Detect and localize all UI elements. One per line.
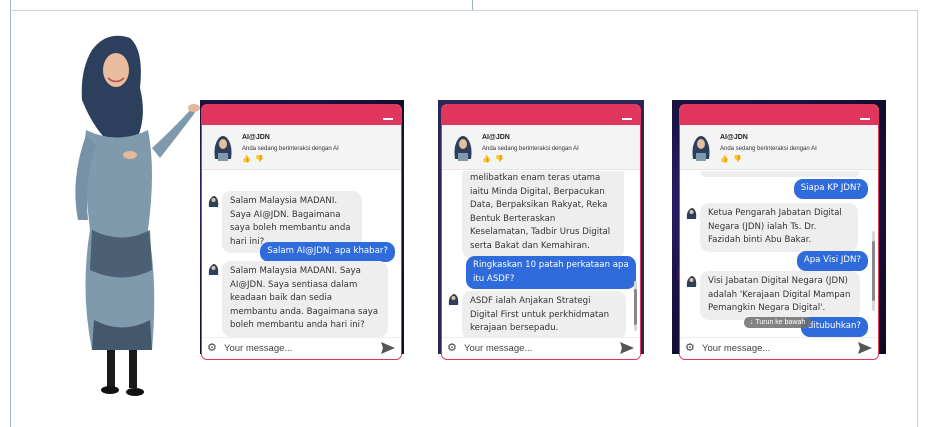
message-input-bar[interactable]: ⚙ Your message...	[442, 337, 640, 359]
user-message: Ringkaskan 10 patah perkataan apa itu AS…	[466, 256, 636, 290]
bot-name: AI@JDN	[482, 134, 510, 141]
bot-message: Ketua Pengarah Jabatan Digital Negara (J…	[700, 203, 858, 252]
bot-message-icon	[208, 196, 219, 207]
chat-widget-3: AI@JDN Anda sedang berinteraksi dengan A…	[679, 104, 879, 360]
message-input[interactable]: Your message...	[702, 343, 770, 354]
chat-widget-2: AI@JDN Anda sedang berinteraksi dengan A…	[441, 104, 641, 360]
bot-message-icon	[208, 264, 219, 275]
frame-line-right	[917, 10, 918, 427]
frame-line-top	[10, 10, 918, 11]
bot-name: AI@JDN	[242, 134, 270, 141]
scrollbar-thumb[interactable]	[634, 289, 637, 325]
minimize-button[interactable]	[383, 118, 393, 120]
scrollbar[interactable]	[872, 231, 875, 311]
gear-icon[interactable]: ⚙	[447, 342, 457, 354]
bot-message: Visi Jabatan Digital Negara (JDN) adalah…	[700, 271, 860, 320]
send-icon[interactable]	[620, 342, 634, 354]
user-message: Apa Visi JDN?	[796, 251, 868, 271]
bot-subtitle: Anda sedang berinteraksi dengan AI	[482, 146, 579, 152]
bot-message: Salam Malaysia MADANI. Saya AI@JDN. Saya…	[222, 261, 388, 337]
feedback-thumbs[interactable]: 👍 👎	[242, 155, 265, 163]
feedback-thumbs[interactable]: 👍 👎	[720, 155, 743, 163]
widget-header: AI@JDN Anda sedang berinteraksi dengan A…	[442, 125, 640, 170]
widget-header: AI@JDN Anda sedang berinteraksi dengan A…	[202, 125, 401, 170]
frame-notch	[472, 0, 473, 10]
feedback-thumbs[interactable]: 👍 👎	[482, 155, 505, 163]
message-input[interactable]: Your message...	[224, 343, 292, 354]
chat-body: Siapa KP JDN? Ketua Pengarah Jabatan Dig…	[680, 171, 878, 337]
bot-subtitle: Anda sedang berinteraksi dengan AI	[720, 146, 817, 152]
widget-title-bar	[202, 105, 401, 125]
message-input[interactable]: Your message...	[464, 343, 532, 354]
frame-line-left	[10, 0, 11, 427]
bot-message-icon	[686, 276, 697, 287]
widget-title-bar	[442, 105, 640, 125]
minimize-button[interactable]	[622, 118, 632, 120]
bot-message: ASDF ialah Anjakan Strategi Digital Firs…	[462, 291, 626, 337]
bot-avatar-icon	[454, 136, 472, 161]
bot-avatar-icon	[214, 136, 232, 161]
ai-avatar-figure	[75, 35, 200, 396]
send-icon[interactable]	[381, 342, 395, 354]
gear-icon[interactable]: ⚙	[207, 342, 217, 354]
bot-name: AI@JDN	[720, 134, 748, 141]
message-input-bar[interactable]: ⚙ Your message...	[202, 337, 401, 359]
bot-message-icon	[448, 294, 459, 305]
message-input-bar[interactable]: ⚙ Your message...	[680, 337, 878, 359]
widget-title-bar	[680, 105, 878, 125]
gear-icon[interactable]: ⚙	[685, 342, 695, 354]
scroll-down-button[interactable]: ↓ Turun ke bawah	[744, 317, 812, 328]
widget-header: AI@JDN Anda sedang berinteraksi dengan A…	[680, 125, 878, 170]
chat-widget-1: AI@JDN Anda sedang berinteraksi dengan A…	[201, 104, 402, 360]
scrollbar[interactable]	[634, 281, 637, 331]
user-message: ditubuhkan?	[800, 317, 868, 337]
bot-message-fragment	[700, 171, 860, 177]
minimize-button[interactable]	[860, 118, 870, 120]
user-message: Siapa KP JDN?	[793, 179, 868, 199]
bot-message: melibatkan enam teras utama iaitu Minda …	[462, 171, 624, 258]
chat-body: Salam Malaysia MADANI. Saya AI@JDN. Baga…	[202, 171, 401, 337]
bot-message-icon	[686, 208, 697, 219]
chat-body: melibatkan enam teras utama iaitu Minda …	[442, 171, 640, 337]
send-icon[interactable]	[858, 342, 872, 354]
user-message: Salam AI@JDN, apa khabar?	[260, 242, 395, 262]
scrollbar-thumb[interactable]	[872, 241, 875, 301]
bot-avatar-icon	[692, 136, 710, 161]
bot-subtitle: Anda sedang berinteraksi dengan AI	[242, 146, 339, 152]
